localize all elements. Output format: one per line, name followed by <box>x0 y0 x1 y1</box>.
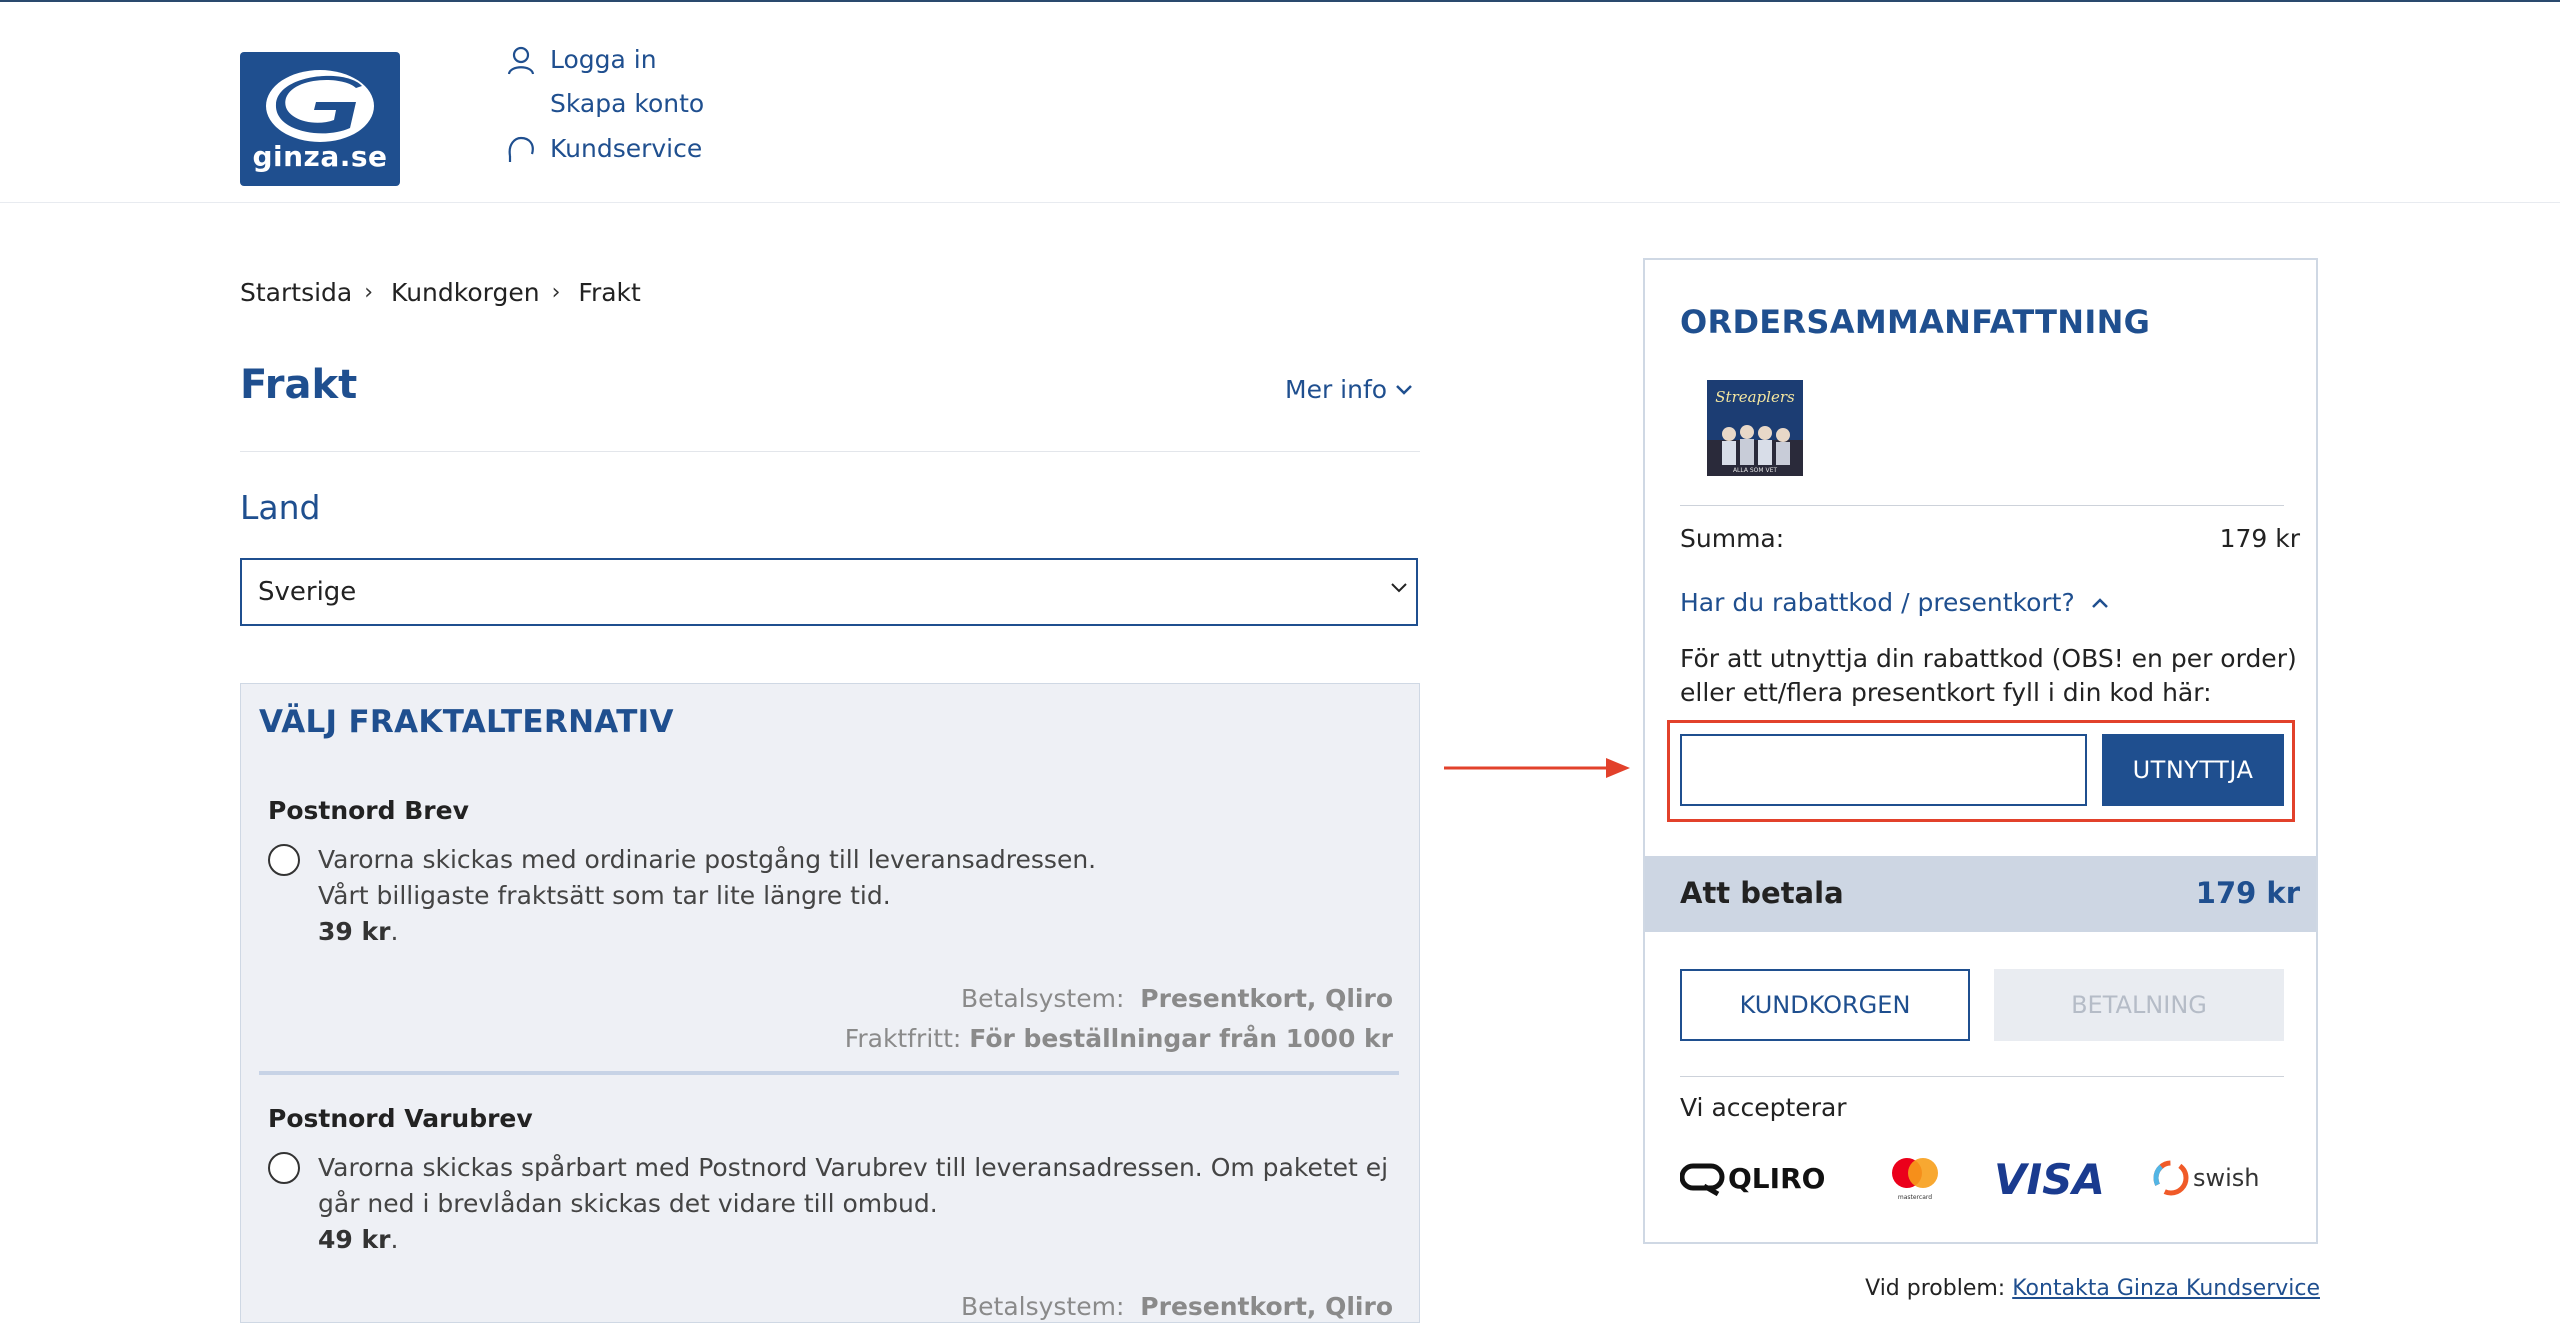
summary-divider <box>1680 1076 2284 1077</box>
cart-button[interactable]: KUNDKORGEN <box>1680 969 1970 1041</box>
shipping-option-line: Varorna skickas med ordinarie postgång t… <box>318 845 1097 874</box>
breadcrumb-separator-icon: › <box>551 280 561 305</box>
more-info-toggle[interactable]: Mer info <box>1285 375 1413 404</box>
shipping-option-radio[interactable] <box>268 844 300 876</box>
shipping-option-line: Vårt billigaste fraktsätt som tar lite l… <box>318 881 891 910</box>
swish-icon: swish <box>2153 1160 2260 1196</box>
customer-service-link[interactable]: Kundservice <box>550 134 702 163</box>
shipping-option-line: går ned i brevlådan skickas det vidare t… <box>318 1189 938 1218</box>
ginza-g-icon <box>266 70 374 142</box>
swish-text: swish <box>2193 1164 2260 1192</box>
section-divider <box>240 451 1420 452</box>
accepted-payments-label: Vi accepterar <box>1680 1093 1847 1122</box>
user-icon <box>507 46 535 75</box>
shipping-option-radio[interactable] <box>268 1152 300 1184</box>
chevron-down-icon <box>1391 583 1407 593</box>
shipping-option-price-value: 49 kr <box>318 1225 391 1254</box>
shipping-option-name: Postnord Brev <box>268 796 469 825</box>
to-pay-bar: Att betala 179 kr <box>1645 856 2316 932</box>
sum-value: 179 kr <box>2219 524 2300 553</box>
shipping-option-price-value: 39 kr <box>318 917 391 946</box>
headset-icon <box>508 136 534 162</box>
swish-logo: swish <box>2153 1153 2285 1203</box>
country-select-value: Sverige <box>258 577 357 607</box>
shipping-option-price: 49 kr. <box>318 1225 399 1254</box>
shipping-option-description: Varorna skickas med ordinarie postgång t… <box>318 842 1096 914</box>
free-shipping-value: För beställningar från 1000 kr <box>969 1024 1393 1053</box>
visa-icon: VISA <box>1994 1156 2105 1200</box>
apply-discount-button[interactable]: UTNYTTJA <box>2102 734 2284 806</box>
chevron-down-icon <box>1396 384 1412 395</box>
more-info-label: Mer info <box>1285 375 1388 404</box>
visa-text: VISA <box>1994 1156 2105 1200</box>
payment-system-value: Presentkort, Qliro <box>1140 1292 1393 1321</box>
footer-note: Vid problem: Kontakta Ginza Kundservice <box>1865 1276 2320 1301</box>
qliro-logo: QLIRO <box>1680 1153 1832 1203</box>
shipping-option-free-shipping: Fraktfritt: För beställningar från 1000 … <box>845 1024 1393 1053</box>
summary-divider <box>1680 505 2284 506</box>
login-link[interactable]: Logga in <box>550 45 657 74</box>
shipping-option-divider <box>259 1071 1399 1075</box>
visa-logo: VISA <box>1990 1153 2110 1203</box>
ginza-logo[interactable]: ginza.se <box>240 52 400 186</box>
country-label: Land <box>240 488 321 527</box>
payment-system-label: Betalsystem: <box>960 984 1125 1013</box>
order-summary-title: ORDERSAMMANFATTNING <box>1680 303 2151 341</box>
qliro-text: QLIRO <box>1728 1162 1825 1195</box>
discount-note: För att utnyttja din rabattkod (OBS! en … <box>1680 644 2297 707</box>
shipping-option-payment: Betalsystem: Presentkort, Qliro <box>961 984 1393 1013</box>
chevron-up-icon <box>2091 597 2108 608</box>
create-account-link[interactable]: Skapa konto <box>550 89 704 118</box>
annotation-arrow-icon <box>1444 758 1630 778</box>
payment-button[interactable]: BETALNING <box>1994 969 2284 1041</box>
mastercard-icon: mastercard <box>1892 1158 1938 1201</box>
payment-system-value: Presentkort, Qliro <box>1140 984 1393 1013</box>
page-title: Frakt <box>240 362 358 408</box>
discount-toggle[interactable]: Har du rabattkod / presentkort? <box>1680 588 2109 617</box>
shipping-option-line: Varorna skickas spårbart med Postnord Va… <box>318 1153 1389 1182</box>
mastercard-logo: mastercard <box>1885 1153 1945 1203</box>
album-cover[interactable]: Streaplers ALLA SOM VET <box>1707 380 1803 476</box>
order-summary: ORDERSAMMANFATTNING Streaplers ALLA SOM … <box>1643 258 2318 1244</box>
breadcrumb-home[interactable]: Startsida <box>240 278 352 307</box>
breadcrumb-cart[interactable]: Kundkorgen <box>391 278 540 307</box>
shipping-option-payment: Betalsystem: Presentkort, Qliro <box>961 1292 1393 1321</box>
to-pay-label: Att betala <box>1680 876 1844 910</box>
to-pay-value: 179 kr <box>2195 876 2300 910</box>
album-subtitle-text: ALLA SOM VET <box>1733 467 1777 474</box>
qliro-icon: QLIRO <box>1680 1162 1825 1197</box>
breadcrumb: Startsida › Kundkorgen › Frakt <box>240 278 641 307</box>
shipping-options-title: VÄLJ FRAKTALTERNATIV <box>259 704 674 740</box>
shipping-option-price: 39 kr. <box>318 917 399 946</box>
contact-support-link[interactable]: Kontakta Ginza Kundservice <box>2012 1276 2320 1301</box>
problem-label: Vid problem: <box>1865 1276 2006 1301</box>
country-select[interactable]: Sverige <box>240 558 1418 626</box>
album-title-text: Streaplers <box>1715 388 1795 406</box>
payment-system-label: Betalsystem: <box>960 1292 1125 1321</box>
breadcrumb-separator-icon: › <box>364 280 374 305</box>
shipping-options-panel: VÄLJ FRAKTALTERNATIV Postnord Brev Varor… <box>240 683 1420 1323</box>
header-divider <box>0 202 2560 203</box>
free-shipping-label: Fraktfritt: <box>844 1024 962 1053</box>
discount-toggle-label: Har du rabattkod / presentkort? <box>1680 588 2075 617</box>
sum-label: Summa: <box>1680 524 1785 553</box>
breadcrumb-current: Frakt <box>578 278 641 307</box>
shipping-option-name: Postnord Varubrev <box>268 1104 533 1133</box>
logo-text: ginza.se <box>252 140 388 173</box>
top-border <box>0 0 2560 2</box>
shipping-option-description: Varorna skickas spårbart med Postnord Va… <box>318 1150 1388 1222</box>
mastercard-text: mastercard <box>1898 1194 1932 1201</box>
discount-code-input[interactable] <box>1680 734 2087 806</box>
